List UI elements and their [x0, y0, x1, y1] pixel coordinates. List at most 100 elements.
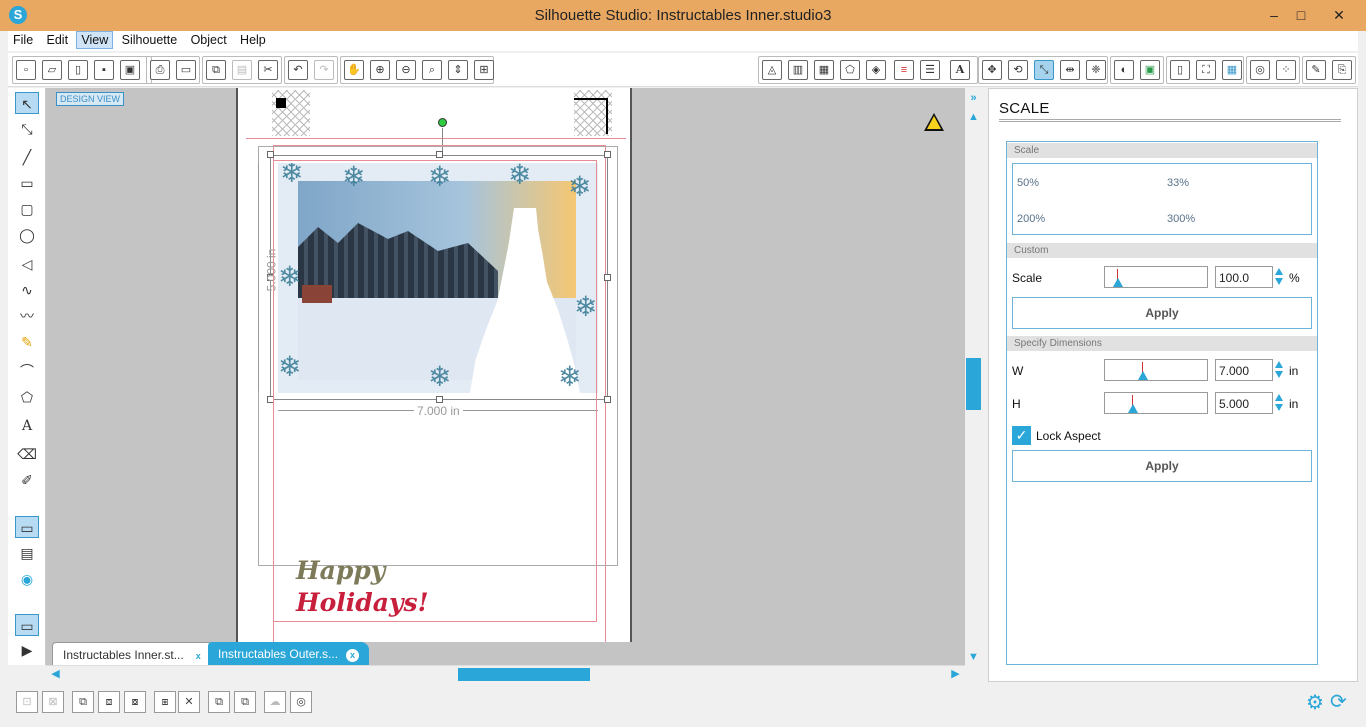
fill-gradient-icon[interactable]: ▥	[788, 60, 808, 80]
preset-50[interactable]: 50%	[1017, 177, 1039, 189]
rectangle-tool-icon[interactable]: ▭	[15, 172, 39, 194]
cut-scissors-icon[interactable]: ✂	[258, 60, 278, 80]
undo-icon[interactable]: ↶	[288, 60, 308, 80]
group-icon[interactable]: ⊡	[16, 691, 38, 713]
close-button[interactable]: ✕	[1326, 4, 1352, 26]
replicate-icon[interactable]: ❈	[1086, 60, 1106, 80]
lock-aspect-checkbox[interactable]: ✓	[1012, 426, 1031, 445]
modify-icon[interactable]: ◐	[1114, 60, 1134, 80]
select-arrow-icon[interactable]: ↖	[15, 92, 39, 114]
line-tool-icon[interactable]: ╱	[15, 146, 39, 168]
scroll-right-icon[interactable]: ▶	[948, 667, 963, 681]
knife-tool-icon[interactable]: ✐	[15, 469, 39, 491]
trace-icon[interactable]: ⁘	[1276, 60, 1296, 80]
send-to-cutter-icon[interactable]: ▭	[176, 60, 196, 80]
design-view-icon[interactable]: ▭	[15, 516, 39, 538]
rounded-rectangle-icon[interactable]: ▢	[15, 198, 39, 220]
window-view-icon[interactable]: ▭	[15, 614, 39, 636]
scroll-left-icon[interactable]: ◀	[48, 667, 63, 681]
width-spinner[interactable]	[1274, 359, 1284, 381]
tab-instructables-outer[interactable]: Instructables Outer.s... x	[208, 642, 370, 665]
sync-icon[interactable]: ⟳	[1330, 689, 1347, 714]
design-canvas[interactable]: DESIGN VIEW ❄ ❄ ❄ ❄ ❄ ❄ ❄ ❄ ❄ ❄ 5.000 in…	[46, 88, 965, 665]
regular-polygon-icon[interactable]: ⬠	[15, 386, 39, 408]
height-input[interactable]: 5.000	[1215, 392, 1273, 414]
rotate-icon[interactable]: ⟲	[1008, 60, 1028, 80]
offset-icon[interactable]: ▣	[1140, 60, 1160, 80]
save-to-library-icon[interactable]: ▣	[120, 60, 140, 80]
arrange-icon[interactable]: ⧇	[124, 691, 146, 713]
line-style-icon[interactable]: ☰	[920, 60, 940, 80]
move-icon[interactable]: ⇹	[1060, 60, 1080, 80]
height-slider[interactable]	[1104, 392, 1208, 414]
width-slider[interactable]	[1104, 359, 1208, 381]
resize-handle-tl[interactable]	[267, 151, 274, 158]
zoom-out-icon[interactable]: ⊖	[396, 60, 416, 80]
line-color-icon[interactable]: ≡	[894, 60, 914, 80]
preset-200[interactable]: 200%	[1017, 213, 1045, 225]
resize-handle-br[interactable]	[604, 396, 611, 403]
expand-panel-icon[interactable]: ▶	[15, 639, 39, 661]
text-style-icon[interactable]: A	[950, 60, 970, 80]
align-icon[interactable]: ✥	[982, 60, 1002, 80]
rotate-handle[interactable]	[438, 118, 447, 127]
scale-slider[interactable]	[1104, 266, 1208, 288]
scroll-down-icon[interactable]: ▼	[966, 650, 981, 664]
curve-tool-icon[interactable]: ∿	[15, 279, 39, 301]
send-to-back-icon[interactable]: ⧉	[234, 691, 256, 713]
weld-icon[interactable]: ☁	[264, 691, 286, 713]
print-icon[interactable]: ⎙	[150, 60, 170, 80]
grid-settings-icon[interactable]: ▦	[1222, 60, 1242, 80]
resize-handle-r[interactable]	[604, 274, 611, 281]
freehand-tool-icon[interactable]: 〰	[15, 305, 39, 327]
height-spinner[interactable]	[1274, 392, 1284, 414]
edit-points-icon[interactable]: ⤡	[15, 118, 39, 140]
menu-file[interactable]: File	[8, 31, 38, 49]
silhouette-store-icon[interactable]: ◉	[15, 568, 39, 590]
page[interactable]: ❄ ❄ ❄ ❄ ❄ ❄ ❄ ❄ ❄ ❄ 5.000 in 7.000 in Ha…	[236, 88, 632, 665]
warning-icon[interactable]	[924, 113, 944, 131]
ellipse-tool-icon[interactable]: ◯	[15, 224, 39, 246]
paste-icon[interactable]: ▤	[232, 60, 252, 80]
greeting-holidays[interactable]: Holidays!	[296, 588, 429, 617]
minimize-button[interactable]: –	[1261, 4, 1287, 26]
library-view-icon[interactable]: ▤	[15, 542, 39, 564]
settings-gear-icon[interactable]: ⚙	[1306, 690, 1324, 715]
apply-dimensions-button[interactable]: Apply	[1012, 450, 1312, 482]
save-icon[interactable]: ▪	[94, 60, 114, 80]
sketch-pen-icon[interactable]: ✎	[1306, 60, 1326, 80]
library-icon[interactable]: ▯	[68, 60, 88, 80]
drag-zoom-icon[interactable]: ⇕	[448, 60, 468, 80]
menu-object[interactable]: Object	[186, 31, 232, 49]
fill-pattern-icon[interactable]: ▦	[814, 60, 834, 80]
width-input[interactable]: 7.000	[1215, 359, 1273, 381]
horizontal-scrollbar[interactable]: ◀ ▶	[46, 665, 965, 682]
vertical-scroll-thumb[interactable]	[966, 358, 981, 410]
eraser-tool-icon[interactable]: ⌫	[15, 443, 39, 465]
make-compound-icon[interactable]: ⧉	[72, 691, 94, 713]
height-slider-thumb[interactable]	[1128, 404, 1138, 413]
zoom-in-icon[interactable]: ⊕	[370, 60, 390, 80]
redo-icon[interactable]: ↷	[314, 60, 334, 80]
delete-icon[interactable]: ✕	[178, 691, 200, 713]
release-compound-icon[interactable]: ⧈	[98, 691, 120, 713]
new-document-icon[interactable]: ▫	[16, 60, 36, 80]
menu-silhouette[interactable]: Silhouette	[117, 31, 183, 49]
pan-hand-icon[interactable]: ✋	[344, 60, 364, 80]
tab-instructables-inner[interactable]: Instructables Inner.st... x	[52, 642, 216, 665]
menu-edit[interactable]: Edit	[42, 31, 74, 49]
point-edit-icon[interactable]: ⬠	[840, 60, 860, 80]
width-slider-thumb[interactable]	[1138, 371, 1148, 380]
offset-bottom-icon[interactable]: ◎	[290, 691, 312, 713]
cut-settings-icon[interactable]: ⛶	[1196, 60, 1216, 80]
text-tool-icon[interactable]: A	[15, 415, 39, 437]
zoom-select-icon[interactable]: ⌕	[422, 60, 442, 80]
scroll-up-icon[interactable]: ▲	[966, 110, 981, 124]
apply-scale-button[interactable]: Apply	[1012, 297, 1312, 329]
menu-help[interactable]: Help	[235, 31, 271, 49]
open-folder-icon[interactable]: ▱	[42, 60, 62, 80]
menu-view[interactable]: View	[76, 31, 114, 49]
send-to-silhouette-icon[interactable]: ⎘	[1332, 60, 1352, 80]
scale-spinner[interactable]	[1274, 266, 1284, 288]
horizontal-scroll-thumb[interactable]	[458, 668, 590, 681]
